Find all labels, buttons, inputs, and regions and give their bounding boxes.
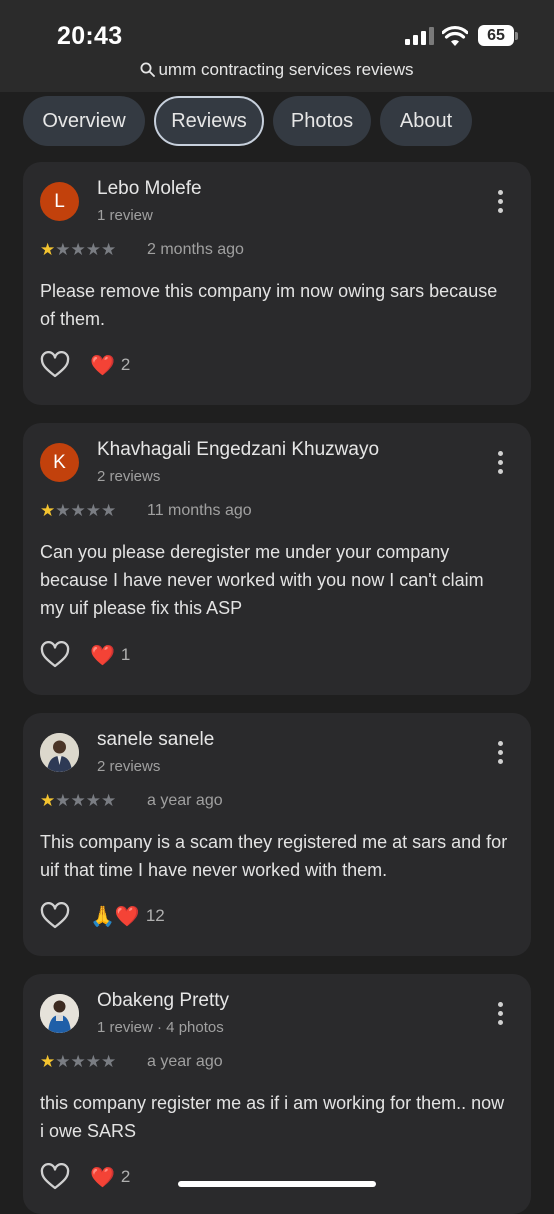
more-options-icon[interactable] [498,741,504,765]
tab-photos[interactable]: Photos [273,96,371,146]
reviewer-meta: 1 review · 4 photos [97,1019,224,1036]
tab-overview[interactable]: Overview [23,96,145,146]
review-text: Please remove this company im now owing … [40,281,498,329]
reviewer-name[interactable]: Khavhagali Engedzani Khuzwayo [97,439,379,461]
search-query-bar[interactable]: umm contracting services reviews [0,60,554,80]
reaction-summary[interactable]: 🙏❤️ 12 [90,904,165,929]
star-rating: ★★★★★ [40,791,117,810]
review-card: Obakeng Pretty 1 review · 4 photos ★★★★★… [23,974,531,1214]
review-text: Can you please deregister me under your … [40,542,484,618]
review-date: 11 months ago [147,502,252,519]
reaction-emoji: 🙏❤️ [90,906,140,928]
like-heart-icon[interactable] [40,1163,70,1191]
reaction-count: 12 [145,906,165,925]
reviewer-meta: 1 review [97,207,153,224]
more-options-icon[interactable] [498,190,504,214]
reviewer-name[interactable]: Lebo Molefe [97,178,202,200]
review-date: a year ago [147,792,223,809]
reviewer-meta: 2 reviews [97,758,161,775]
reaction-emoji: ❤️ [90,355,115,377]
clock: 20:43 [57,22,123,50]
review-text: this company register me as if i am work… [40,1093,505,1141]
avatar[interactable] [40,733,79,772]
profile-photo [40,733,79,772]
reaction-summary[interactable]: ❤️ 1 [90,643,130,668]
review-card: L Lebo Molefe 1 review ★★★★★ 2 months ag… [23,162,531,405]
avatar[interactable]: K [40,443,79,482]
home-indicator[interactable] [178,1181,376,1187]
profile-photo [40,994,79,1033]
reviewer-meta: 2 reviews [97,468,161,485]
like-heart-icon[interactable] [40,351,70,379]
like-heart-icon[interactable] [40,641,70,669]
battery-tip [515,32,518,40]
reviewer-name[interactable]: Obakeng Pretty [97,990,229,1012]
reaction-count: 2 [120,1167,131,1186]
reaction-summary[interactable]: ❤️ 2 [90,1165,130,1190]
review-card: K Khavhagali Engedzani Khuzwayo 2 review… [23,423,531,695]
search-icon [140,62,156,77]
review-date: 2 months ago [147,241,244,258]
avatar[interactable]: L [40,182,79,221]
reaction-emoji: ❤️ [90,1167,115,1189]
more-options-icon[interactable] [498,1002,504,1026]
star-rating: ★★★★★ [40,501,117,520]
star-rating: ★★★★★ [40,1052,117,1071]
avatar[interactable] [40,994,79,1033]
review-text: This company is a scam they registered m… [40,832,508,880]
tab-about[interactable]: About [380,96,472,146]
star-rating: ★★★★★ [40,240,117,259]
reaction-summary[interactable]: ❤️ 2 [90,353,130,378]
reviewer-name[interactable]: sanele sanele [97,729,214,751]
review-date: a year ago [147,1053,223,1070]
more-options-icon[interactable] [498,451,504,475]
cellular-signal-icon [405,27,434,45]
reaction-emoji: ❤️ [90,645,115,667]
search-query-text: umm contracting services reviews [158,60,414,79]
tab-reviews[interactable]: Reviews [154,96,264,146]
like-heart-icon[interactable] [40,902,70,930]
wifi-icon [442,25,468,46]
battery-indicator: 65 [478,25,514,46]
reaction-count: 1 [120,645,131,664]
review-card: sanele sanele 2 reviews ★★★★★ a year ago… [23,713,531,956]
reaction-count: 2 [120,355,131,374]
status-bar: 20:43 65 umm contracting services review… [0,0,554,92]
